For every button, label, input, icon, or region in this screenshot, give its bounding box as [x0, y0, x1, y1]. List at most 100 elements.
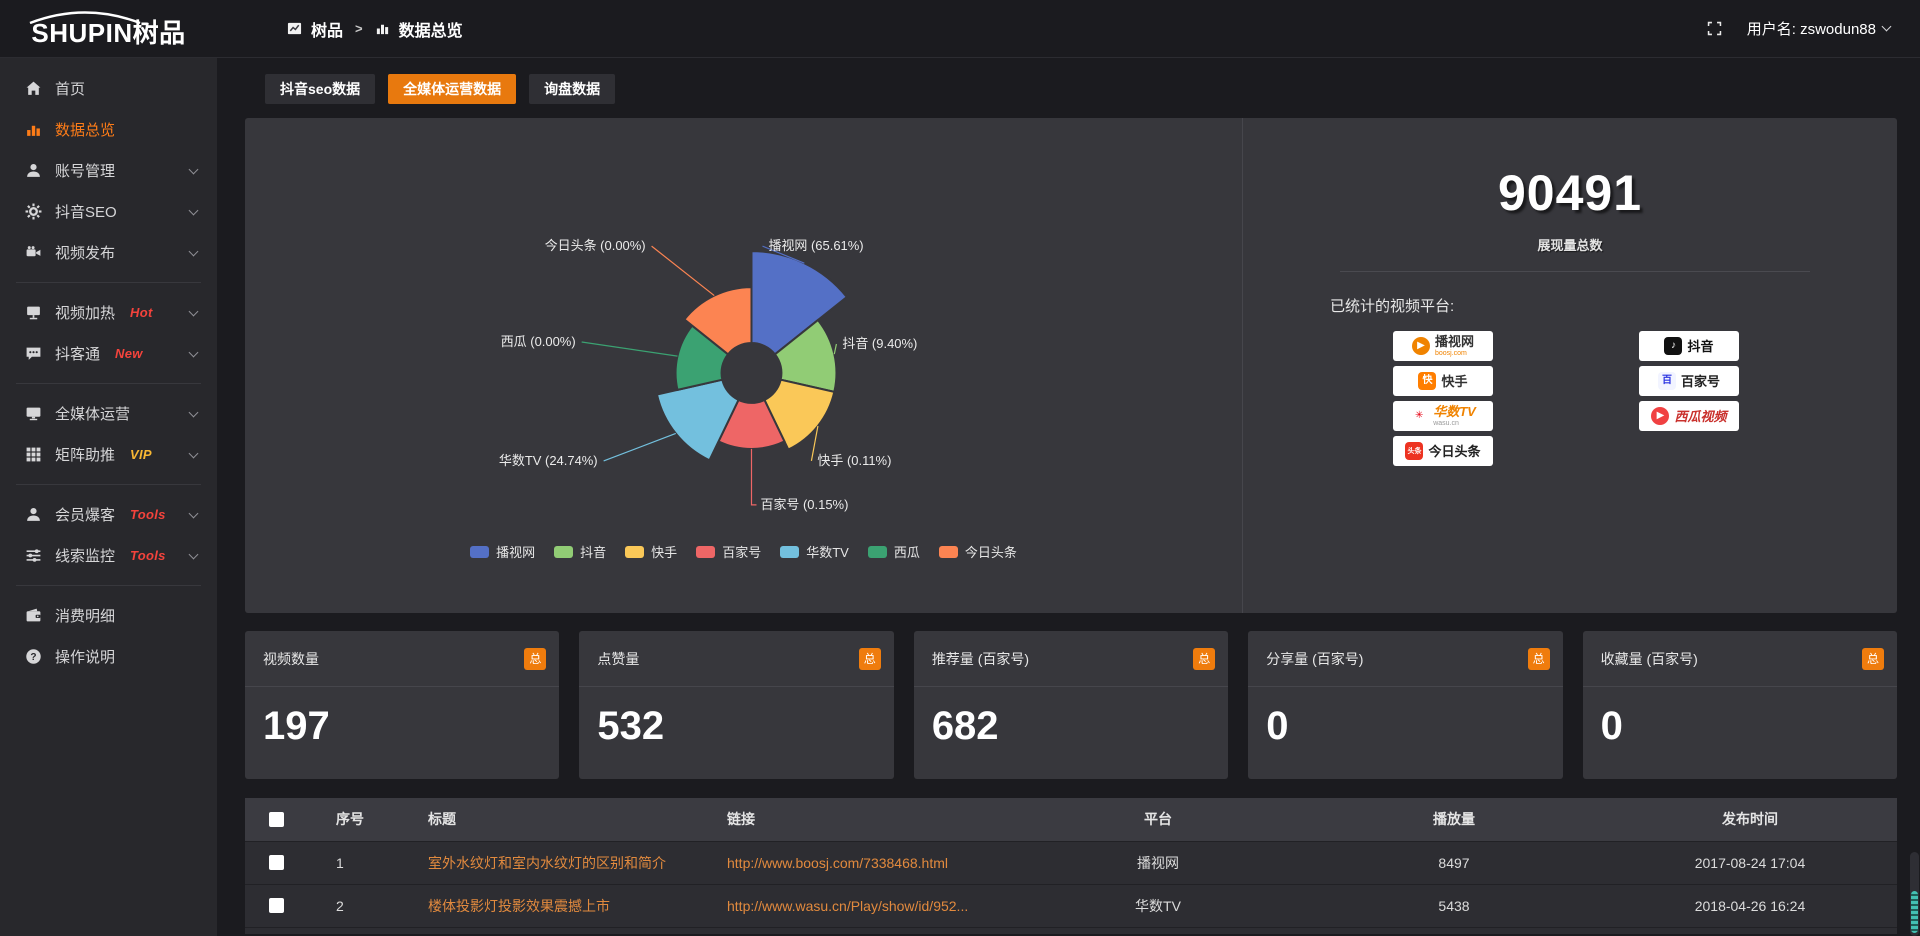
sidebar-item-label: 会员爆客 [55, 504, 115, 525]
sidebar-divider [16, 383, 201, 384]
sidebar-item-doketong[interactable]: 抖客通 New [0, 333, 217, 374]
legend-swatch [470, 546, 489, 558]
label-line [834, 344, 836, 354]
chevron-down-icon [189, 347, 199, 357]
impressions-total-label: 展现量总数 [1243, 235, 1897, 254]
total-badge: 总 [1193, 648, 1215, 670]
sidebar-item-spending-details[interactable]: 消费明细 [0, 595, 217, 636]
column-header-plays: 播放量 [1305, 798, 1603, 841]
cell-publish-time: 2018-04-26 16:24 [1603, 884, 1897, 927]
legend-item[interactable]: 百家号 [696, 542, 761, 561]
legend-item[interactable]: 抖音 [554, 542, 606, 561]
pie-label: 抖音 (9.40%) [842, 336, 917, 351]
sidebar-item-label: 线索监控 [55, 545, 115, 566]
sidebar-item-label: 视频发布 [55, 242, 115, 263]
sidebar-item-data-overview[interactable]: 数据总览 [0, 109, 217, 150]
legend-swatch [554, 546, 573, 558]
platform-badge-grid: ▶播视网boosj.com ♪抖音 快快手 百百家号 ✳华数TVwasu.cn … [1393, 331, 1897, 466]
scrollbar-thumb[interactable] [1911, 891, 1918, 933]
video-url-link[interactable]: http://www.wasu.cn/Play/show/id/952... [727, 898, 968, 914]
hot-badge: Hot [130, 305, 153, 320]
legend-label: 抖音 [580, 542, 606, 561]
user-label: 用户名: zswodun88 [1747, 18, 1876, 39]
platform-share-chart[interactable]: 播视网 (65.61%)抖音 (9.40%)快手 (0.11%)百家号 (0.1… [245, 118, 1243, 613]
total-badge: 总 [1528, 648, 1550, 670]
platform-badge-wasu-tv: ✳华数TVwasu.cn [1393, 401, 1493, 431]
chat-bubble-icon [25, 345, 42, 362]
sidebar-item-matrix-boost[interactable]: 矩阵助推 VIP [0, 434, 217, 475]
pie-label: 播视网 (65.61%) [768, 238, 863, 253]
row-checkbox[interactable] [269, 898, 284, 913]
card-value: 197 [245, 687, 559, 749]
data-tabs: 抖音seo数据 全媒体运营数据 询盘数据 [265, 74, 1897, 104]
platform-name: 百家号 [1681, 375, 1720, 388]
sidebar-item-omnimedia-operation[interactable]: 全媒体运营 [0, 393, 217, 434]
platform-name: 快手 [1441, 375, 1467, 388]
sidebar-item-video-heating[interactable]: 视频加热 Hot [0, 292, 217, 333]
platform-name: 抖音 [1687, 340, 1713, 353]
tab-douyin-seo-data[interactable]: 抖音seo数据 [265, 74, 375, 104]
card-value: 0 [1248, 687, 1562, 749]
kuaishou-logo-icon: 快 [1418, 372, 1436, 390]
column-header-title: 标题 [395, 798, 716, 841]
stat-card-video-count: 视频数量总 197 [245, 631, 559, 779]
select-all-checkbox[interactable] [269, 812, 284, 827]
platform-badge-douyin: ♪抖音 [1639, 331, 1739, 361]
fullscreen-icon[interactable] [1706, 20, 1723, 37]
sidebar-item-home[interactable]: 首页 [0, 68, 217, 109]
rose-pie-chart[interactable]: 播视网 (65.61%)抖音 (9.40%)快手 (0.11%)百家号 (0.1… [245, 118, 1242, 613]
sidebar-item-label: 操作说明 [55, 646, 115, 667]
cell-publish-time: 2017-08-24 17:04 [1603, 841, 1897, 884]
overview-panel: 播视网 (65.61%)抖音 (9.40%)快手 (0.11%)百家号 (0.1… [245, 118, 1897, 613]
card-value: 682 [914, 687, 1228, 749]
legend-swatch [696, 546, 715, 558]
total-badge: 总 [524, 648, 546, 670]
legend-item[interactable]: 西瓜 [868, 542, 920, 561]
video-title-link[interactable]: 楼体投影灯投影效果震撼上市 [428, 898, 610, 914]
impressions-total-value: 90491 [1243, 164, 1897, 222]
platforms-title: 已统计的视频平台: [1330, 295, 1897, 316]
breadcrumb-item-home[interactable]: 树品 [311, 17, 343, 41]
column-header-platform: 平台 [1011, 798, 1305, 841]
svg-text:?: ? [30, 652, 36, 663]
row-checkbox[interactable] [269, 855, 284, 870]
sidebar-item-video-publish[interactable]: 视频发布 [0, 232, 217, 273]
stat-cards: 视频数量总 197 点赞量总 532 推荐量 (百家号)总 682 分享量 (百… [245, 631, 1897, 779]
pie-slice[interactable] [657, 380, 739, 461]
platform-subtext: boosj.com [1435, 350, 1467, 357]
sidebar-item-instructions[interactable]: ? 操作说明 [0, 636, 217, 677]
total-badge: 总 [1862, 648, 1884, 670]
scrollbar-track[interactable] [1910, 852, 1919, 936]
column-header-no: 序号 [308, 798, 395, 841]
video-url-link[interactable]: http://www.boosj.com/7338468.html [727, 855, 948, 871]
platform-name: 华数TV [1433, 405, 1476, 418]
sidebar-item-account-management[interactable]: 账号管理 [0, 150, 217, 191]
chevron-down-icon [189, 508, 199, 518]
sidebar-item-douyin-seo[interactable]: 抖音SEO [0, 191, 217, 232]
platform-name: 播视网 [1435, 335, 1474, 348]
legend-swatch [939, 546, 958, 558]
breadcrumb-item-current[interactable]: 数据总览 [399, 17, 463, 41]
sidebar-item-clue-monitor[interactable]: 线索监控 Tools [0, 535, 217, 576]
video-title-link[interactable]: 室外水纹灯和室内水纹灯的区别和简介 [428, 855, 666, 871]
sidebar-divider [16, 282, 201, 283]
sidebar: 首页 数据总览 账号管理 抖音SEO 视频发布 视频加热 Hot 抖客通 New… [0, 58, 217, 936]
sidebar-item-member-baoke[interactable]: 会员爆客 Tools [0, 494, 217, 535]
sidebar-item-label: 数据总览 [55, 119, 115, 140]
legend-item[interactable]: 快手 [625, 542, 677, 561]
pie-label: 西瓜 (0.00%) [501, 334, 576, 349]
stat-card-likes: 点赞量总 532 [579, 631, 893, 779]
vip-badge: VIP [130, 447, 152, 462]
label-line [582, 342, 678, 356]
summary-divider [1340, 271, 1810, 272]
user-menu[interactable]: 用户名: zswodun88 [1747, 18, 1890, 39]
tab-inquiry-data[interactable]: 询盘数据 [529, 74, 615, 104]
user-icon [25, 506, 42, 523]
pie-label: 华数TV (24.74%) [499, 453, 598, 468]
legend-item[interactable]: 华数TV [780, 542, 849, 561]
legend-item[interactable]: 播视网 [470, 542, 535, 561]
app-logo: SHUPIN树品 [0, 7, 217, 50]
legend-item[interactable]: 今日头条 [939, 542, 1017, 561]
video-camera-icon [25, 244, 42, 261]
tab-omnimedia-operation-data[interactable]: 全媒体运营数据 [388, 74, 516, 104]
